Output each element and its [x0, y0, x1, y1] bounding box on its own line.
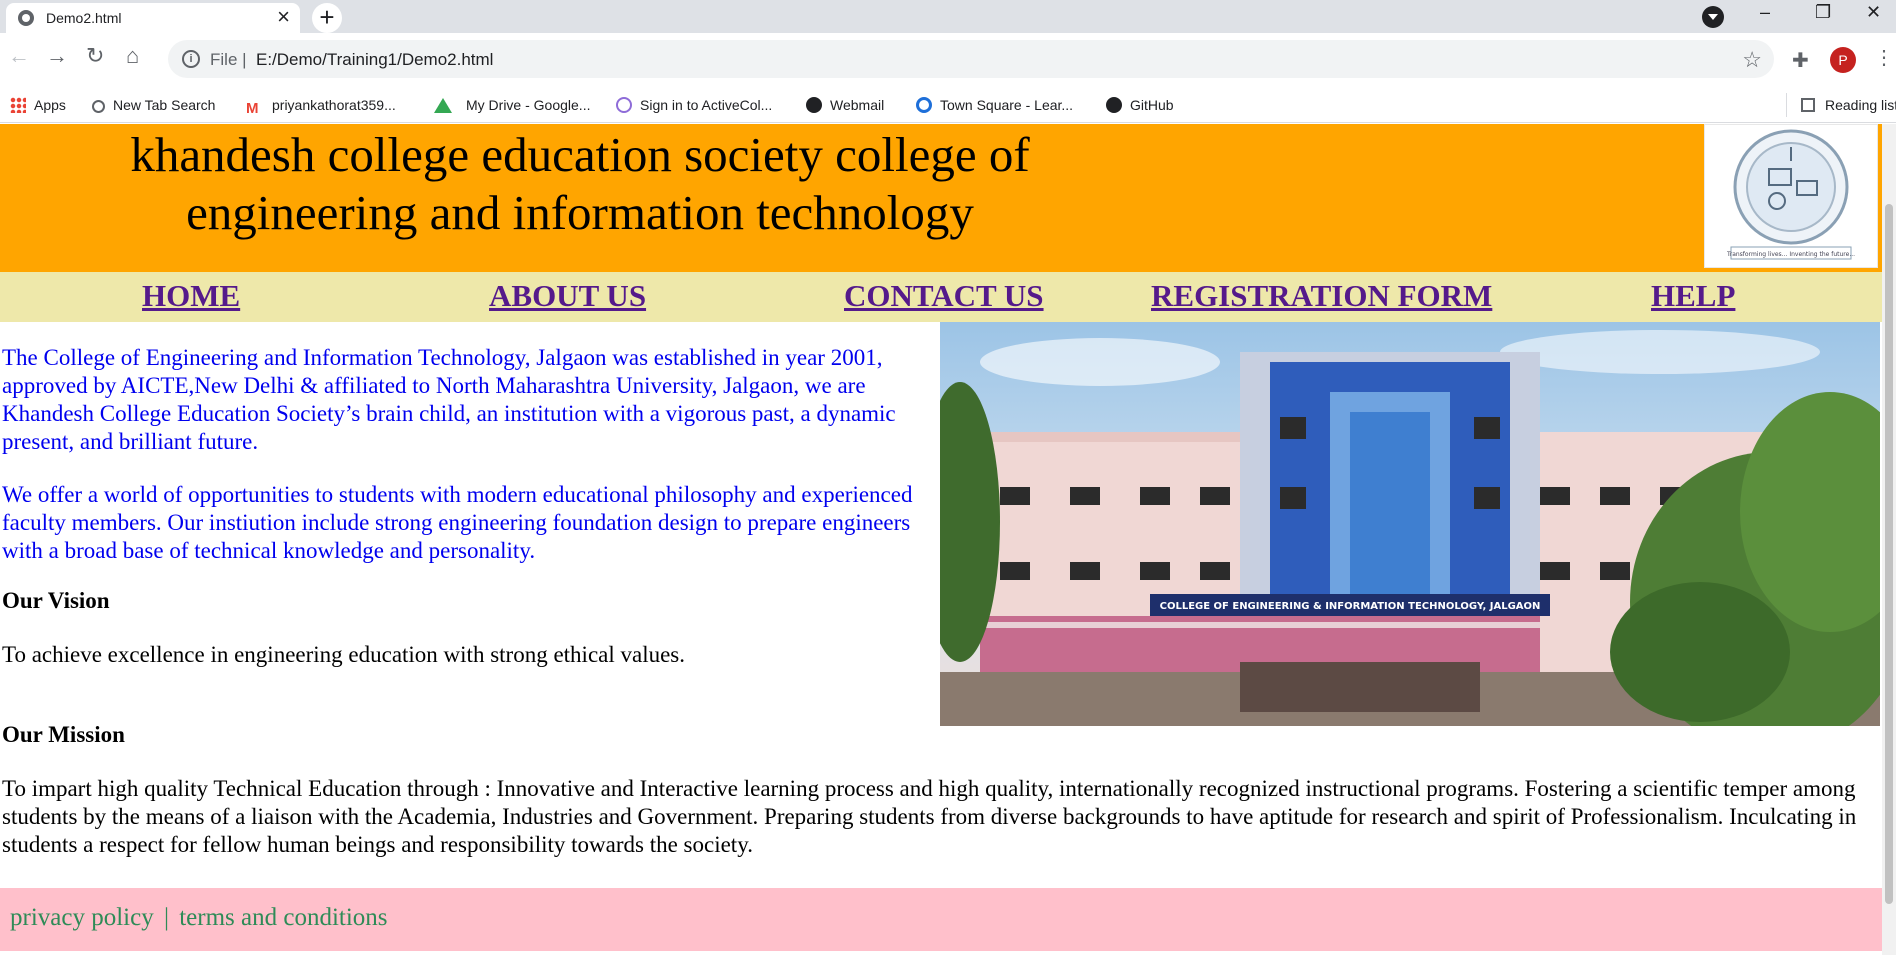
search-icon: [92, 100, 105, 113]
browser-toolbar: ← → ↻ ⌂ i File | E:/Demo/Training1/Demo2…: [0, 33, 1896, 87]
bookmarks-bar: Apps New Tab Search Mpriyankathorat359..…: [0, 87, 1896, 123]
forward-icon[interactable]: →: [46, 43, 68, 69]
back-icon[interactable]: ←: [8, 43, 30, 69]
site-info-icon[interactable]: i: [182, 50, 200, 68]
google-drive-icon: [434, 98, 452, 113]
extensions-icon[interactable]: ✚: [1792, 48, 1809, 73]
page-scrollbar[interactable]: [1882, 124, 1896, 955]
profile-avatar[interactable]: P: [1830, 47, 1856, 73]
bookmark-github[interactable]: GitHub: [1106, 93, 1174, 117]
github-icon: [1106, 97, 1122, 113]
tab-title: Demo2.html: [46, 10, 122, 26]
reading-list-button[interactable]: Reading list: [1786, 93, 1896, 117]
bookmark-star-icon[interactable]: ☆: [1742, 47, 1762, 73]
footer-links: privacy policy | terms and conditions: [10, 904, 388, 932]
restore-icon[interactable]: ❐: [1815, 2, 1831, 23]
mission-text: To impart high quality Technical Educati…: [2, 776, 1857, 857]
webmail-icon: [806, 97, 822, 113]
footer-separator: |: [163, 904, 169, 931]
tab-search-icon[interactable]: [1702, 6, 1724, 28]
bookmark-gmail[interactable]: Mpriyankathorat359...: [246, 93, 396, 117]
nav-link-contact-us[interactable]: CONTACT US: [844, 278, 1044, 314]
college-logo: Transforming lives... Inventing the futu…: [1704, 124, 1878, 268]
reading-list-icon: [1801, 98, 1815, 112]
minimize-icon[interactable]: –: [1760, 2, 1770, 23]
globe-icon: [18, 10, 34, 26]
vision-heading: Our Vision: [2, 588, 110, 613]
close-window-icon[interactable]: ✕: [1866, 2, 1881, 23]
nav-link-about-us[interactable]: ABOUT US: [489, 278, 646, 314]
intro-text: The College of Engineering and Informati…: [2, 344, 937, 590]
privacy-policy-link[interactable]: privacy policy: [10, 904, 154, 931]
gmail-icon: M: [246, 100, 259, 117]
town-square-icon: [916, 97, 932, 113]
campus-photo: COLLEGE OF ENGINEERING & INFORMATION TEC…: [940, 322, 1880, 726]
nav-link-registration-form[interactable]: REGISTRATION FORM: [1151, 278, 1492, 314]
activecollab-icon: [616, 97, 632, 113]
new-tab-button[interactable]: +: [312, 3, 342, 33]
bookmark-new-tab-search[interactable]: New Tab Search: [92, 93, 215, 117]
apps-grid-icon: [10, 97, 26, 113]
site-title: khandesh college education society colle…: [130, 127, 1030, 240]
reload-icon[interactable]: ↻: [86, 43, 104, 69]
web-page: khandesh college education society colle…: [0, 124, 1882, 955]
bookmark-google-drive[interactable]: My Drive - Google...: [434, 93, 590, 117]
scheme-label: File |: [210, 50, 247, 69]
menu-icon[interactable]: ⋮: [1874, 45, 1894, 70]
main-nav: HOME ABOUT US CONTACT US REGISTRATION FO…: [0, 272, 1882, 322]
bookmark-town-square[interactable]: Town Square - Lear...: [916, 93, 1073, 117]
site-footer: privacy policy | terms and conditions: [0, 888, 1882, 951]
bookmark-activecollab[interactable]: Sign in to ActiveCol...: [616, 93, 772, 117]
close-tab-icon[interactable]: ×: [277, 5, 290, 29]
home-icon[interactable]: ⌂: [126, 43, 139, 69]
site-header: khandesh college education society colle…: [0, 124, 1882, 272]
bookmark-apps[interactable]: Apps: [10, 93, 66, 117]
svg-text:COLLEGE OF ENGINEERING & INFOR: COLLEGE OF ENGINEERING & INFORMATION TEC…: [1160, 601, 1541, 612]
scrollbar-thumb[interactable]: [1885, 204, 1893, 904]
bookmark-webmail[interactable]: Webmail: [806, 93, 884, 117]
terms-and-conditions-link[interactable]: terms and conditions: [179, 904, 387, 931]
address-bar[interactable]: i File | E:/Demo/Training1/Demo2.html ☆: [168, 40, 1774, 78]
nav-link-help[interactable]: HELP: [1651, 278, 1735, 314]
mission-heading: Our Mission: [2, 722, 125, 747]
browser-tab[interactable]: Demo2.html ×: [6, 3, 300, 33]
vision-text: To achieve excellence in engineering edu…: [2, 642, 686, 667]
svg-text:Transforming lives... Inventin: Transforming lives... Inventing the futu…: [1726, 251, 1855, 258]
nav-link-home[interactable]: HOME: [142, 278, 240, 314]
url-text[interactable]: E:/Demo/Training1/Demo2.html: [256, 50, 493, 70]
intro-paragraph: The College of Engineering and Informati…: [2, 345, 896, 454]
intro-paragraph: We offer a world of opportunities to stu…: [2, 482, 913, 563]
tab-strip: Demo2.html × + – ❐ ✕: [0, 0, 1896, 33]
